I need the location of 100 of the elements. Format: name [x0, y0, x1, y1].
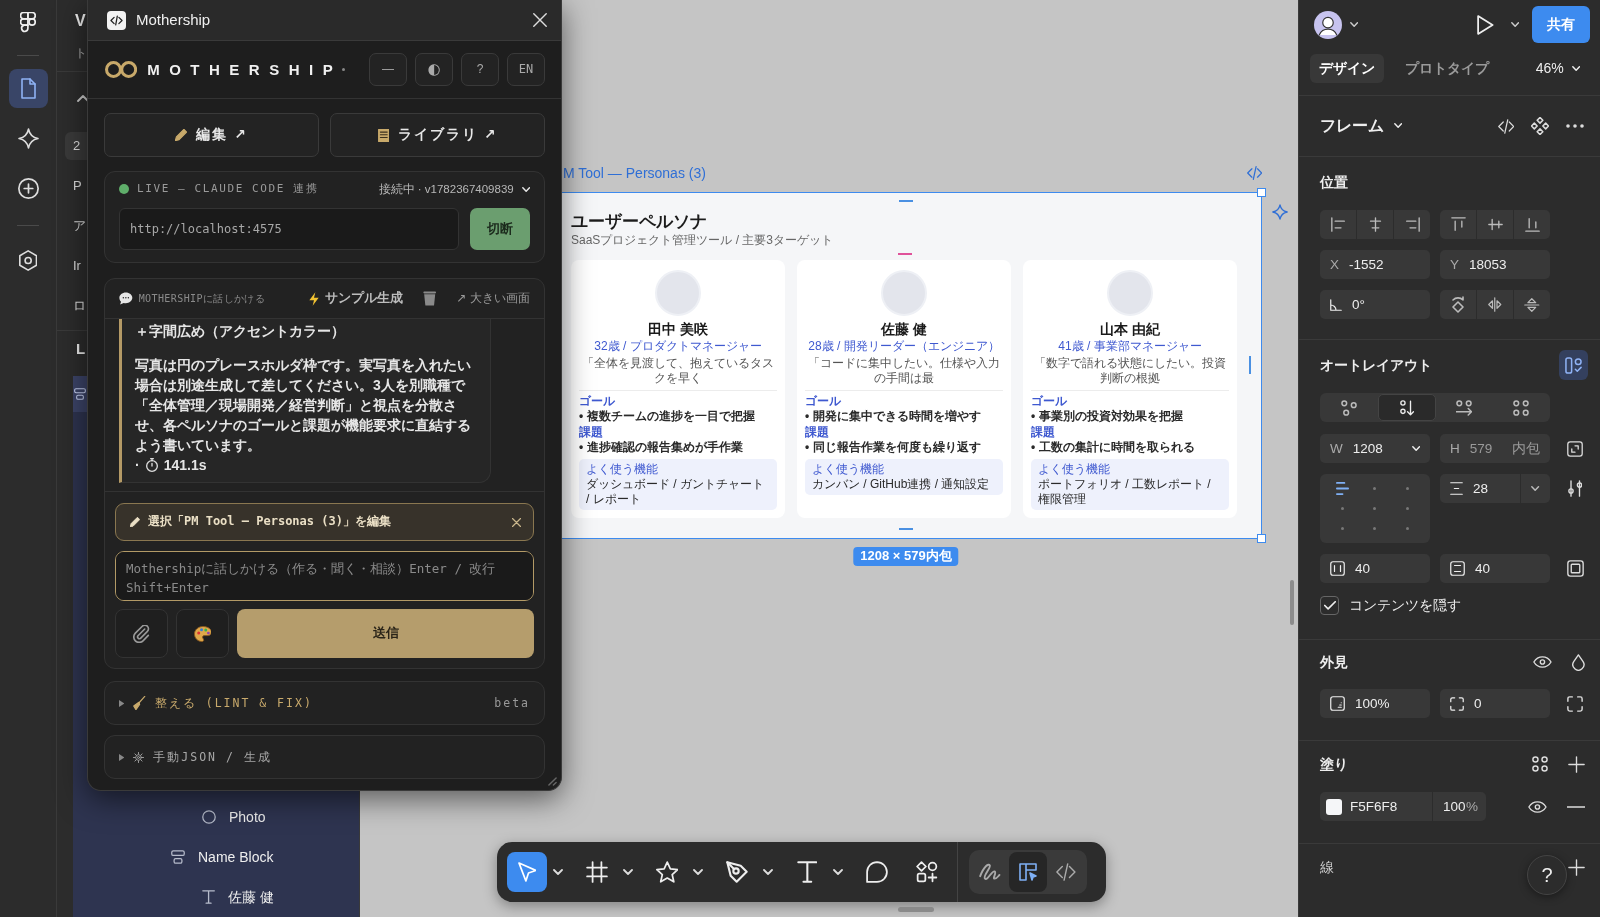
caret-icon[interactable]	[623, 869, 633, 875]
page-item[interactable]: ロ	[65, 292, 87, 320]
scrollbar-thumb[interactable]	[1290, 580, 1294, 625]
page-item[interactable]: ア	[65, 212, 87, 240]
resize-handle[interactable]	[1257, 188, 1266, 197]
logo-icon[interactable]	[20, 12, 36, 33]
align-bottom-icon[interactable]	[1524, 217, 1540, 232]
resize-icon[interactable]	[1567, 440, 1583, 457]
layer-row[interactable]: Name Block	[171, 837, 280, 877]
padding-icon[interactable]	[1566, 560, 1584, 577]
drop-icon[interactable]	[1572, 653, 1585, 671]
eye-icon[interactable]	[1533, 656, 1553, 668]
more-icon[interactable]	[1566, 124, 1584, 128]
page-item[interactable]: Ir	[65, 252, 87, 280]
help-button[interactable]: ?	[1527, 855, 1567, 895]
dot-icon[interactable]	[1373, 486, 1377, 490]
horizontal-padding-field[interactable]: 40	[1320, 554, 1430, 583]
disconnect-button[interactable]: 切断	[470, 208, 530, 250]
lint-fix-section[interactable]: 整える (LINT & FIX) beta	[104, 681, 545, 725]
dot-icon[interactable]	[1406, 507, 1410, 510]
rotation-field[interactable]: 0°	[1320, 290, 1430, 319]
manual-json-section[interactable]: 手動JSON / 生成	[104, 735, 545, 779]
dot-icon[interactable]	[1406, 486, 1410, 490]
zoom-menu[interactable]: 46%	[1535, 59, 1580, 78]
auto-layout-suggest-button[interactable]	[1559, 350, 1588, 380]
checkbox[interactable]	[1320, 596, 1339, 615]
caret-icon[interactable]	[1531, 486, 1540, 491]
height-field[interactable]: H 579 内包	[1440, 434, 1550, 463]
caret-icon[interactable]	[1350, 22, 1359, 27]
gap-field[interactable]: 28	[1440, 474, 1550, 503]
page-item[interactable]: 2	[65, 132, 87, 160]
y-field[interactable]: Y 18053	[1440, 250, 1550, 279]
align-right-icon[interactable]	[1404, 217, 1420, 232]
opacity-field[interactable]: 100%	[1320, 689, 1430, 718]
dot-icon[interactable]	[1373, 527, 1377, 531]
theme-button[interactable]: ◐	[415, 53, 453, 86]
x-field[interactable]: X -1552	[1320, 250, 1430, 279]
dot-icon[interactable]	[1340, 527, 1344, 531]
eye-icon[interactable]	[1528, 800, 1547, 813]
dot-icon[interactable]	[1373, 507, 1377, 510]
close-icon[interactable]	[512, 517, 521, 527]
fill-field[interactable]: F5F6F8 100%	[1320, 792, 1486, 821]
resize-grip-icon[interactable]	[548, 777, 557, 786]
flip-vertical-icon[interactable]	[1524, 297, 1540, 312]
direction-option[interactable]	[1377, 394, 1436, 421]
send-button[interactable]: 送信	[237, 609, 534, 658]
layer-row[interactable]: Photo	[202, 797, 272, 837]
plus-icon[interactable]	[1568, 858, 1585, 876]
caret-icon[interactable]	[833, 869, 843, 875]
align-top-icon[interactable]	[1450, 217, 1466, 232]
tab[interactable]: プロトタイプ	[1396, 54, 1498, 83]
align-bars-icon[interactable]	[1335, 481, 1349, 495]
align-left-icon[interactable]	[1330, 217, 1346, 232]
caret-icon[interactable]	[1510, 22, 1519, 27]
design-mode-button[interactable]	[1009, 852, 1047, 892]
sample-button[interactable]: サンプル生成	[309, 290, 404, 307]
sparkle-icon[interactable]	[1272, 204, 1288, 220]
chat-input[interactable]: Mothershipに話しかける（作る・聞く・相談）Enter / 改行 Shift+Enter	[115, 551, 534, 601]
expand-button[interactable]: ↗ 大きい画面	[456, 290, 530, 307]
resize-handle[interactable]	[1257, 533, 1266, 543]
trash-icon[interactable]	[423, 291, 437, 306]
avatar-icon[interactable]	[1314, 10, 1342, 39]
page-item[interactable]: P	[65, 172, 87, 200]
caret-icon[interactable]	[693, 869, 703, 875]
palette-button[interactable]	[176, 609, 229, 658]
url-field[interactable]: http://localhost:4575	[119, 208, 459, 250]
plus-icon[interactable]	[1568, 755, 1585, 773]
styles-icon[interactable]	[1532, 756, 1548, 772]
chevron-up-icon[interactable]	[77, 95, 89, 102]
caret-icon[interactable]	[553, 869, 563, 875]
component-icon[interactable]	[1531, 117, 1549, 135]
minus-icon[interactable]	[1567, 805, 1585, 808]
dot-icon[interactable]	[1406, 527, 1410, 531]
fill-opacity-field[interactable]: 100%	[1432, 792, 1486, 821]
width-field[interactable]: W 1208	[1320, 434, 1430, 463]
corners-icon[interactable]	[1567, 695, 1583, 712]
caret-icon[interactable]	[763, 869, 773, 875]
tab[interactable]: デザイン	[1310, 54, 1384, 83]
language-button[interactable]: EN	[507, 53, 545, 86]
flip-horizontal-icon[interactable]	[1488, 297, 1502, 312]
drag-handle[interactable]	[898, 907, 934, 912]
minimize-button[interactable]: —	[369, 53, 407, 86]
align-middle-icon[interactable]	[1487, 217, 1503, 232]
edit-button[interactable]: 編集 ↗	[104, 113, 319, 157]
move-tool-button[interactable]	[507, 852, 547, 892]
rotate-icon[interactable]	[1451, 296, 1465, 313]
color-swatch-icon[interactable]	[1326, 798, 1342, 815]
help-button[interactable]: ?	[461, 53, 499, 86]
pages-button[interactable]	[8, 69, 48, 108]
layer-row[interactable]	[73, 376, 87, 412]
align-center-icon[interactable]	[1367, 217, 1383, 232]
vertical-padding-field[interactable]: 40	[1440, 554, 1550, 583]
attach-button[interactable]	[115, 609, 168, 658]
layer-row[interactable]: 佐藤 健	[202, 877, 281, 917]
play-icon[interactable]	[1477, 14, 1494, 35]
sliders-icon[interactable]	[1567, 480, 1583, 497]
library-button[interactable]: ライブラリ ↗	[330, 113, 545, 157]
close-icon[interactable]	[533, 13, 547, 27]
layer-type-menu[interactable]: フレーム	[1320, 115, 1403, 137]
dot-icon[interactable]	[1340, 507, 1344, 510]
